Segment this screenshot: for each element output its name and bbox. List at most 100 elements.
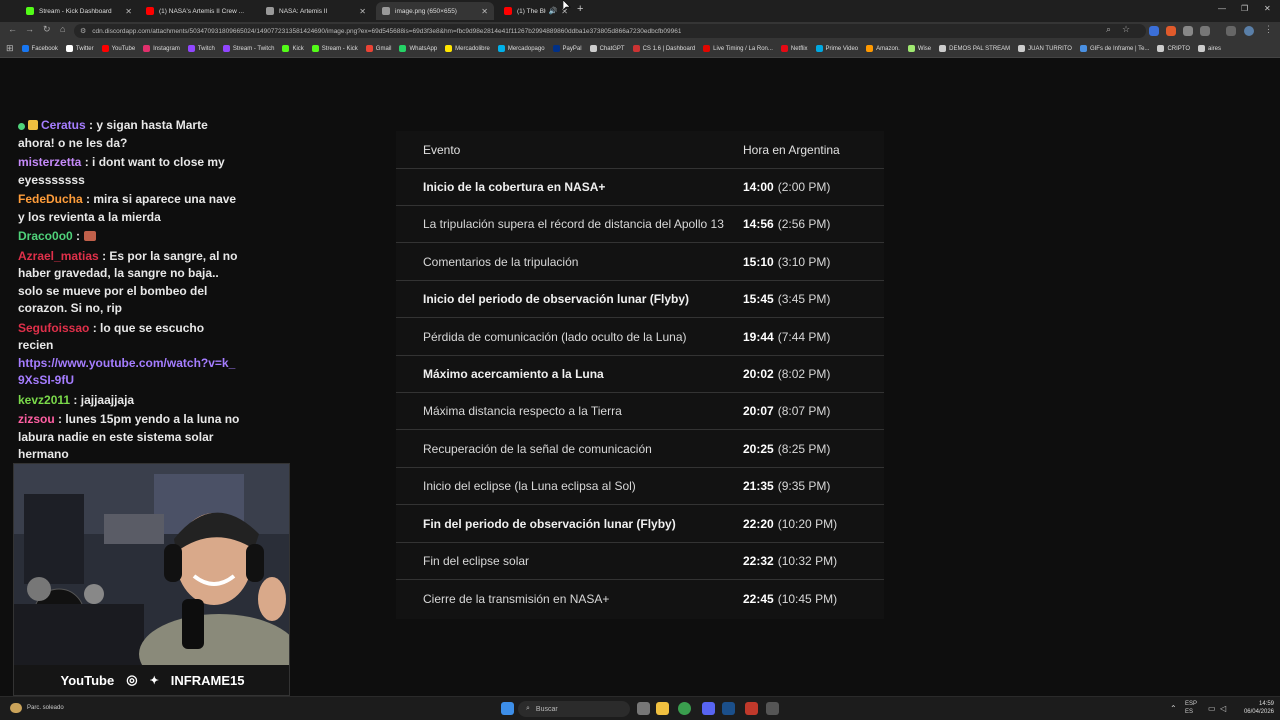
file-explorer-icon[interactable] [656, 702, 669, 715]
address-bar[interactable]: ⚙ cdn.discordapp.com/attachments/5034709… [74, 24, 1146, 38]
bookmark-item[interactable]: JUAN TURRITO [1018, 45, 1072, 52]
event-time: 20:07 (8:07 PM) [743, 393, 830, 429]
event-time-12h: (10:45 PM) [777, 591, 838, 606]
chat-username[interactable]: zizsou [18, 412, 55, 426]
bookmark-item[interactable]: Wise [907, 45, 931, 52]
language-indicator[interactable]: ESP ES [1185, 700, 1197, 716]
bookmark-item[interactable]: Amazon. [866, 45, 900, 52]
event-name: Inicio del periodo de observación lunar … [423, 292, 690, 307]
bookmark-item[interactable]: Twitter [65, 45, 94, 52]
bookmark-item[interactable]: Twitch [187, 45, 215, 52]
bookmark-favicon-icon [445, 45, 453, 52]
event-time-24h: 14:56 [743, 217, 774, 232]
event-time: 19:44 (7:44 PM) [743, 319, 830, 355]
bookmark-item[interactable]: Instagram [143, 45, 180, 52]
youtube-icon [504, 7, 512, 15]
bookmark-favicon-icon [365, 45, 373, 52]
chrome-icon[interactable] [678, 702, 691, 715]
bookmark-item[interactable]: Facebook [21, 45, 58, 52]
stream-chat: Ceratus : y sigan hasta Marte ahora! o n… [18, 117, 240, 466]
bookmark-item[interactable]: ChatGPT [589, 45, 625, 52]
event-time: 14:00 (2:00 PM) [743, 169, 830, 205]
app-icon[interactable] [766, 702, 779, 715]
steam-icon[interactable] [722, 702, 735, 715]
tab-image-png[interactable]: image.png (650×655) ✕ [376, 2, 494, 20]
chat-username[interactable]: kevz2011 [18, 393, 70, 407]
event-time-12h: (8:07 PM) [777, 404, 831, 419]
zoom-icon[interactable]: ⌕ [1106, 24, 1111, 35]
bookmark-item[interactable]: YouTube [101, 45, 135, 52]
bookmark-item[interactable]: DEMOS PAL STREAM [939, 45, 1010, 52]
table-row: Pérdida de comunicación (lado oculto de … [396, 319, 884, 356]
bookmark-item[interactable]: GIFs de Inframe | Te... [1079, 45, 1149, 52]
chat-username[interactable]: Azrael_matias [18, 249, 99, 263]
bookmark-favicon-icon [703, 45, 711, 52]
tray-chevron-icon[interactable]: ⌃ [1170, 704, 1177, 713]
bookmark-item[interactable]: WhatsApp [399, 45, 437, 52]
table-row: Inicio del eclipse (la Luna eclipsa al S… [396, 468, 884, 506]
bookmark-item[interactable]: Kick [282, 45, 304, 52]
bookmark-item[interactable]: Mercadopago [497, 45, 545, 52]
tab-nasa-artemis[interactable]: NASA: Artemis II ✕ [260, 2, 372, 20]
reload-icon[interactable]: ↻ [43, 24, 51, 35]
extension-icon[interactable] [1183, 26, 1193, 36]
apps-icon[interactable]: ⊞ [6, 43, 14, 54]
start-icon[interactable] [501, 702, 514, 715]
extension-icon[interactable] [1166, 26, 1176, 36]
home-icon[interactable]: ⌂ [60, 24, 65, 34]
chat-link[interactable]: https://www.youtube.com/watch?v=k_9XsSI-… [18, 356, 235, 388]
close-icon[interactable]: ✕ [125, 7, 132, 16]
bookmark-favicon-icon [1157, 45, 1165, 52]
events-table: Evento Hora en Argentina Inicio de la co… [396, 131, 884, 619]
menu-icon[interactable]: ⋮ [1264, 24, 1273, 35]
bookmark-star-icon[interactable]: ☆ [1122, 24, 1130, 35]
bookmark-item[interactable]: Stream - Kick [311, 45, 358, 52]
bookmark-favicon-icon [1198, 45, 1205, 52]
chat-username[interactable]: FedeDucha [18, 192, 83, 206]
task-view-icon[interactable] [637, 702, 650, 715]
bookmark-item[interactable]: Stream - Twitch [222, 45, 274, 52]
site-info-icon[interactable]: ⚙ [80, 27, 86, 35]
bookmark-item[interactable]: Netflix [780, 45, 808, 52]
maximize-icon[interactable]: ❐ [1241, 4, 1248, 13]
back-icon[interactable]: ← [8, 24, 17, 34]
extensions-puzzle-icon[interactable] [1200, 26, 1210, 36]
speaker-icon[interactable]: 🔊 [549, 7, 558, 15]
network-icon[interactable]: ▭ [1208, 704, 1216, 713]
chat-username[interactable]: Ceratus [41, 118, 86, 132]
close-icon[interactable]: ✕ [481, 7, 488, 16]
bookmark-item[interactable]: CS 1.6 | Dashboard [632, 45, 695, 52]
profile-avatar[interactable] [1244, 26, 1254, 36]
event-name: Máximo acercamiento a la Luna [423, 367, 604, 381]
bookmark-item[interactable]: Mercadolibre [445, 45, 490, 52]
volume-icon[interactable]: ◁ [1220, 704, 1226, 713]
minimize-icon[interactable]: — [1218, 4, 1226, 13]
taskbar-search[interactable]: ⌕ Buscar [518, 701, 630, 717]
clock[interactable]: 14:59 06/04/2026 [1244, 700, 1274, 716]
event-name: Recuperación de la señal de comunicación [423, 441, 652, 456]
bookmark-item[interactable]: Prime Video [815, 45, 858, 52]
tab-kick-dashboard[interactable]: Stream - Kick Dashboard ✕ [20, 2, 138, 20]
chat-username[interactable]: misterzetta [18, 155, 81, 169]
chat-username[interactable]: Draco0o0 [18, 229, 73, 243]
chat-username[interactable]: Segufoissao [18, 321, 89, 335]
new-tab-icon[interactable]: + [577, 3, 583, 15]
close-icon[interactable]: ✕ [359, 7, 366, 16]
sidebar-icon[interactable] [1226, 26, 1236, 36]
globe-icon [382, 7, 390, 15]
app-icon[interactable] [745, 702, 758, 715]
extension-icon[interactable] [1149, 26, 1159, 36]
table-row: Fin del periodo de observación lunar (Fl… [396, 506, 884, 543]
event-time-12h: (2:56 PM) [777, 217, 831, 232]
bookmark-item[interactable]: aires [1198, 45, 1221, 52]
discord-icon[interactable] [702, 702, 715, 715]
bookmark-item[interactable]: Live Timing / La Ron... [703, 45, 773, 52]
weather-widget[interactable]: Parc. soleado [10, 703, 64, 713]
bookmark-item[interactable]: Gmail [365, 45, 391, 52]
forward-icon[interactable]: → [25, 24, 34, 34]
window-close-icon[interactable]: ✕ [1264, 4, 1271, 13]
bookmark-favicon-icon [1018, 45, 1026, 52]
event-name: Inicio de la cobertura en NASA+ [423, 180, 606, 194]
bookmark-item[interactable]: PayPal [552, 45, 582, 52]
bookmark-item[interactable]: CRIPTO [1157, 45, 1190, 52]
